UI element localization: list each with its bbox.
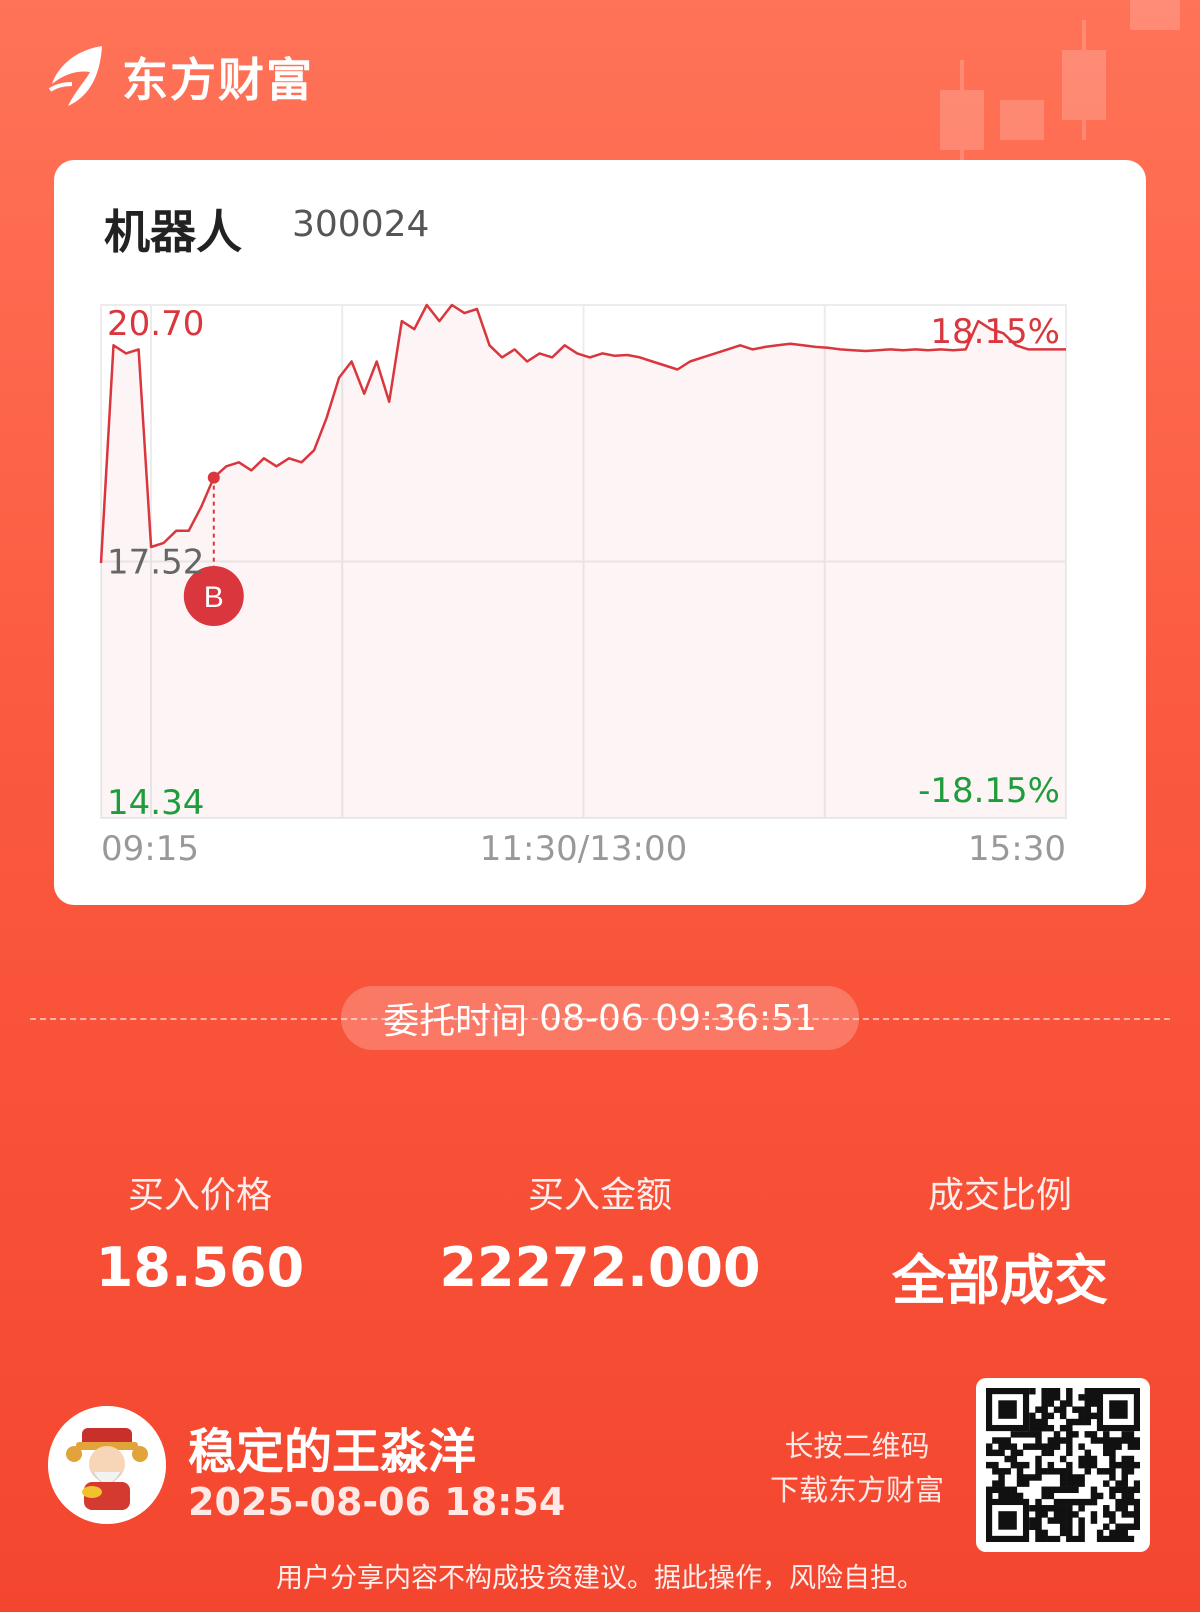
x-tick-midday: 11:30/13:00: [480, 829, 687, 869]
trade-stats: 买入价格 18.560 买入金额 22272.000 成交比例 全部成交: [0, 1166, 1200, 1312]
disclaimer: 用户分享内容不构成投资建议。据此操作，风险自担。: [276, 1563, 924, 1594]
intraday-price-chart: B 20.70 17.52 14.34 18.15% -18.15% 09:15 11:30/…: [99, 303, 1067, 869]
brand-logo: 东方财富: [46, 44, 314, 110]
qr-hint: 长按二维码 下载东方财富: [770, 1424, 944, 1512]
order-time-pill: 委托时间 08-06 09:36:51: [341, 986, 859, 1050]
pct-high-label: 18.15%: [930, 312, 1060, 352]
intraday-chart-card: 机器人 300024 B 20.70 17.52 14.34 18.15% -18.15%…: [54, 160, 1146, 905]
qr-hint-line2: 下载东方财富: [769, 1473, 944, 1507]
stat-buy-amount: 买入金额 22272.000: [400, 1166, 800, 1299]
stat-buy-amount-label: 买入金额: [527, 1175, 672, 1216]
price-mid-label: 17.52: [107, 543, 204, 583]
stat-buy-price-value: 18.560: [95, 1236, 305, 1299]
share-timestamp: 2025-08-06 18:54: [188, 1480, 566, 1524]
buy-marker-dot: [207, 471, 220, 484]
price-low-label: 14.34: [107, 783, 204, 823]
stat-buy-amount-value: 22272.000: [439, 1236, 761, 1299]
stat-fill-ratio: 成交比例 全部成交: [800, 1166, 1200, 1315]
stat-fill-ratio-value: 全部成交: [892, 1249, 1108, 1312]
pct-low-label: -18.15%: [918, 771, 1060, 811]
price-high-label: 20.70: [107, 304, 204, 344]
x-tick-close: 15:30: [968, 829, 1066, 869]
username: 稳定的王淼洋: [188, 1424, 477, 1480]
brand-leaf-icon: [48, 46, 102, 106]
god-of-wealth-avatar-icon: [48, 1406, 166, 1524]
qr-code[interactable]: [976, 1378, 1150, 1552]
stat-buy-price-label: 买入价格: [127, 1175, 272, 1216]
stat-buy-price: 买入价格 18.560: [0, 1166, 400, 1299]
brand-name: 东方财富: [122, 53, 314, 107]
stat-fill-ratio-label: 成交比例: [927, 1175, 1072, 1216]
qr-hint-line1: 长按二维码: [784, 1429, 930, 1463]
avatar[interactable]: [48, 1406, 166, 1524]
order-time-label: 委托时间: [383, 1001, 528, 1042]
buy-marker-label: B: [204, 581, 224, 614]
x-tick-open: 09:15: [101, 829, 199, 869]
price-area: [101, 305, 1066, 818]
qr-code-icon: [986, 1388, 1141, 1543]
order-time-value: 08-06 09:36:51: [539, 997, 817, 1039]
